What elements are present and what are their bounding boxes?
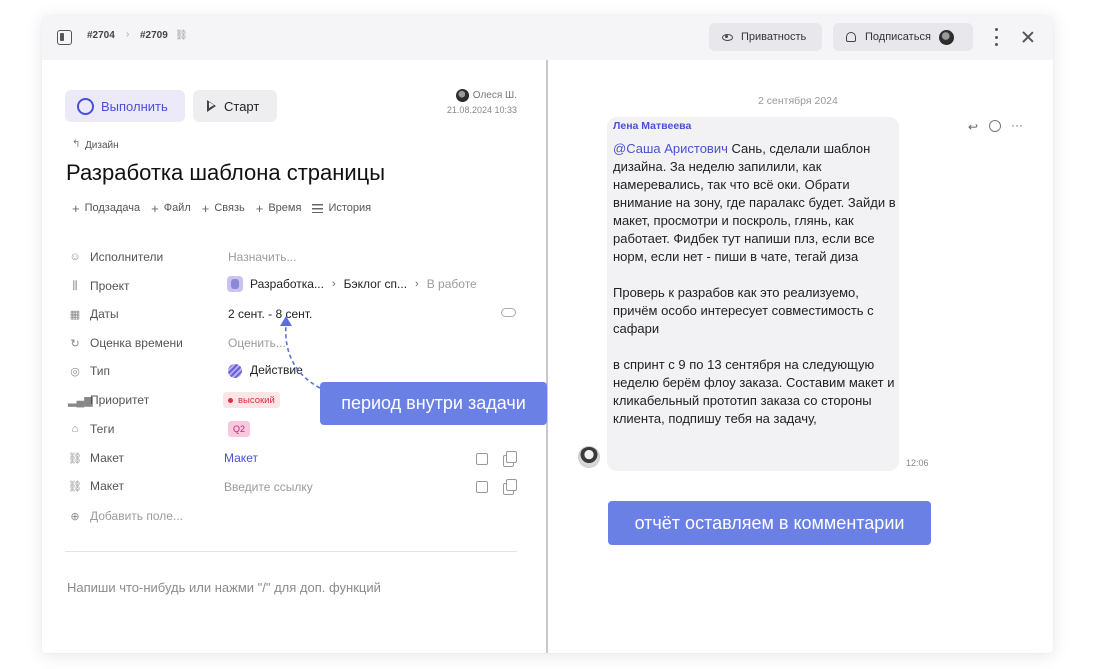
copy-icon[interactable] xyxy=(503,451,517,467)
subscribe-label: Подписаться xyxy=(865,31,931,43)
list-icon xyxy=(312,203,324,213)
tag-icon: ⌂ xyxy=(71,423,79,435)
refresh-icon: ↻ xyxy=(70,337,80,350)
add-file-button[interactable]: + Файл xyxy=(151,200,191,216)
report-annotation: отчёт оставляем в комментарии xyxy=(608,501,931,545)
add-circle-icon: ⊕ xyxy=(70,510,80,523)
task-title[interactable]: Разработка шаблона страницы xyxy=(66,160,385,186)
eye-icon xyxy=(722,33,733,41)
reply-icon[interactable]: ↩ xyxy=(968,120,978,134)
comment-body: Сань, сделали шаблон дизайна. За неделю … xyxy=(613,141,896,426)
plus-icon: + xyxy=(255,200,264,216)
link-icon: ⛓ xyxy=(68,452,82,465)
action-type-icon xyxy=(228,363,242,378)
comment-author-avatar xyxy=(578,446,600,468)
add-link-button[interactable]: + Связь xyxy=(201,200,245,216)
complete-button[interactable]: Выполнить xyxy=(65,90,185,122)
type-icon: ◎ xyxy=(70,365,80,378)
priority-badge[interactable]: высокий xyxy=(223,392,280,408)
project-icon: ⫼ xyxy=(72,279,78,292)
project-path: Разработка... › Бэклог сп... › В работе xyxy=(227,276,477,292)
thumbs-up-icon xyxy=(227,276,243,292)
prop-dates: ▦ Даты xyxy=(69,307,119,321)
subscribe-button[interactable]: Подписаться xyxy=(833,23,973,51)
prop-type: ◎ Тип xyxy=(68,361,110,381)
copy-icon[interactable] xyxy=(503,479,517,495)
panel-divider[interactable] xyxy=(546,60,548,653)
history-button[interactable]: История xyxy=(312,202,371,214)
bell-icon xyxy=(846,32,856,42)
breadcrumb-current[interactable]: #2709 xyxy=(140,30,168,41)
reaction-icon[interactable] xyxy=(989,120,1001,132)
task-actions: + Подзадача + Файл + Связь + Время История xyxy=(72,200,382,216)
chevron-right-icon: › xyxy=(415,278,419,290)
breadcrumb-chevron-icon: › xyxy=(126,29,130,40)
prop-mockup-1: ⛓ Макет xyxy=(68,451,124,465)
start-button[interactable]: Старт xyxy=(193,90,277,122)
link-icon: ⛓ xyxy=(68,480,82,493)
task-author: Олеся Ш. 21.08.2024 10:33 xyxy=(442,89,517,115)
tag-badge[interactable]: Q2 xyxy=(228,421,251,437)
bars-icon: ▂▄▆ xyxy=(68,394,93,407)
comment-input[interactable]: Напиши что-нибудь или нажми "/" для доп.… xyxy=(67,580,381,595)
close-icon[interactable] xyxy=(1020,29,1036,45)
complete-label: Выполнить xyxy=(101,98,168,114)
mockup-link-input[interactable]: Введите ссылку xyxy=(224,480,313,494)
more-icon[interactable]: ··· xyxy=(1011,118,1023,132)
author-name: Олеся Ш. xyxy=(472,90,517,101)
prop-tags: ⌂ Теги xyxy=(68,419,115,439)
breadcrumb-parent[interactable]: #2704 xyxy=(87,30,115,41)
chevron-right-icon: › xyxy=(331,278,336,290)
prop-priority: ▂▄▆ Приоритет xyxy=(68,393,150,407)
project-status[interactable]: В работе xyxy=(427,277,477,291)
annotation-arrow-icon xyxy=(280,316,321,389)
privacy-label: Приватность xyxy=(741,31,807,43)
comment-mention[interactable]: @Саша Аристович xyxy=(613,141,728,156)
comment-author[interactable]: Лена Матвеева xyxy=(613,120,691,132)
separator xyxy=(65,551,517,552)
comment-text: @Саша Аристович Сань, сделали шаблон диз… xyxy=(613,140,898,428)
subscriber-avatar xyxy=(938,29,954,45)
assignees-value[interactable]: Назначить... xyxy=(228,250,296,264)
play-icon xyxy=(207,100,216,112)
created-date: 21.08.2024 10:33 xyxy=(446,105,517,115)
chat-date: 2 сентября 2024 xyxy=(758,95,838,107)
more-options-icon[interactable] xyxy=(994,28,998,46)
plus-icon: + xyxy=(72,200,80,216)
start-label: Старт xyxy=(224,98,260,114)
parent-task-link[interactable]: Дизайн xyxy=(85,140,119,151)
mockup-link[interactable]: Макет xyxy=(224,451,258,465)
plus-icon: + xyxy=(201,200,210,216)
repeat-icon[interactable] xyxy=(501,308,516,317)
add-field-button[interactable]: ⊕ Добавить поле... xyxy=(68,506,183,526)
comment-time: 12:06 xyxy=(906,458,929,468)
project-board[interactable]: Бэклог сп... xyxy=(344,277,407,291)
top-bar: #2704 › #2709 ⛓ Приватность Подписаться xyxy=(42,16,1053,60)
period-annotation: период внутри задачи xyxy=(320,382,547,425)
panel-toggle-icon[interactable] xyxy=(57,30,72,45)
prop-assignees: ☺ Исполнители xyxy=(69,250,164,264)
calendar-icon: ▦ xyxy=(69,308,81,321)
prop-estimate: ↻ Оценка времени xyxy=(68,333,182,353)
smile-icon: ☺ xyxy=(69,251,81,263)
task-window: #2704 › #2709 ⛓ Приватность Подписаться … xyxy=(42,16,1053,653)
prop-mockup-2: ⛓ Макет xyxy=(68,479,124,493)
privacy-button[interactable]: Приватность xyxy=(709,23,822,51)
copy-link-icon[interactable]: ⛓ xyxy=(175,30,188,41)
author-avatar xyxy=(455,89,469,102)
parent-arrow-icon: ↰ xyxy=(72,139,81,150)
add-subtask-button[interactable]: + Подзадача xyxy=(72,200,140,216)
add-time-button[interactable]: + Время xyxy=(255,200,302,216)
project-name[interactable]: Разработка... xyxy=(250,277,324,291)
plus-icon: + xyxy=(151,200,159,216)
edit-icon[interactable] xyxy=(476,453,488,465)
circle-check-icon xyxy=(77,97,94,115)
edit-icon[interactable] xyxy=(476,481,488,493)
prop-project: ⫼ Проект xyxy=(68,276,129,296)
